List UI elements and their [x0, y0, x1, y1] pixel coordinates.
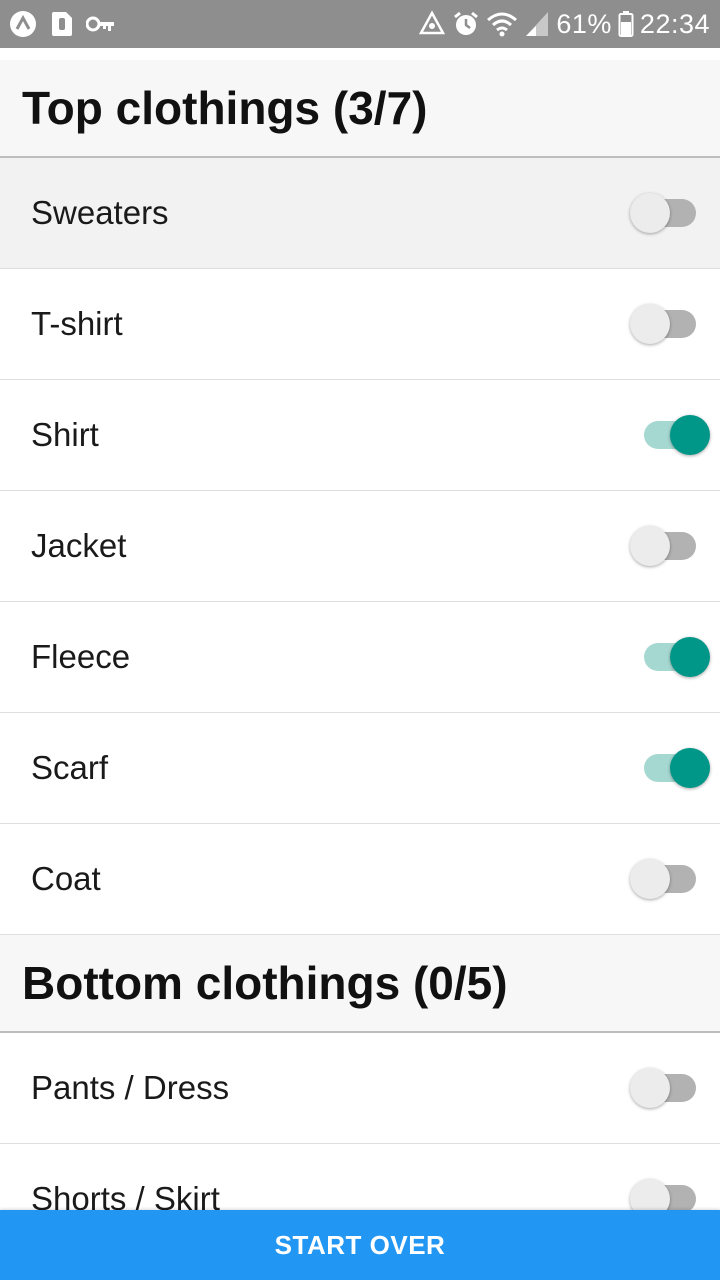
item-label: Jacket — [31, 527, 127, 564]
section-header-top: Top clothings (3/7) — [0, 60, 720, 158]
clothing-list: Top clothings (3/7) Sweaters T-shirt Shi… — [0, 60, 720, 1255]
item-label: Fleece — [31, 638, 131, 675]
section-title-bottom: Bottom clothings (0/5) — [22, 957, 508, 1009]
app-icon — [8, 9, 38, 39]
list-item-coat[interactable]: Coat — [0, 824, 720, 935]
alarm-icon — [452, 10, 480, 38]
toggle-switch[interactable] — [630, 522, 712, 570]
section-header-bottom: Bottom clothings (0/5) — [0, 935, 720, 1033]
item-label: T-shirt — [31, 305, 123, 342]
toggle-switch[interactable] — [630, 189, 712, 237]
list-item-shirt[interactable]: Shirt — [0, 380, 720, 491]
list-item-tshirt[interactable]: T-shirt — [0, 269, 720, 380]
battery-icon — [618, 10, 634, 38]
status-spacer — [0, 48, 720, 60]
toggle-switch[interactable] — [630, 855, 712, 903]
signal-icon — [524, 10, 550, 38]
section-title-top: Top clothings (3/7) — [22, 82, 428, 134]
toggle-switch[interactable] — [630, 633, 712, 681]
item-label: Sweaters — [31, 194, 169, 231]
item-label: Shirt — [31, 416, 99, 453]
list-item-pants-dress[interactable]: Pants / Dress — [0, 1033, 720, 1144]
vpn-key-icon — [86, 14, 116, 34]
list-item-fleece[interactable]: Fleece — [0, 602, 720, 713]
clock: 22:34 — [639, 8, 710, 39]
item-label: Scarf — [31, 749, 109, 786]
wifi-icon — [486, 10, 518, 38]
toggle-switch[interactable] — [630, 744, 712, 792]
list-item-jacket[interactable]: Jacket — [0, 491, 720, 602]
list-item-sweaters[interactable]: Sweaters — [0, 158, 720, 269]
item-label: Coat — [31, 860, 101, 897]
toggle-switch[interactable] — [630, 1064, 712, 1112]
start-over-button[interactable]: START OVER — [0, 1210, 720, 1280]
battery-percent: 61% — [556, 8, 612, 39]
status-bar: 61% 22:34 — [0, 0, 720, 48]
item-label: Pants / Dress — [31, 1069, 230, 1106]
toggle-switch[interactable] — [630, 300, 712, 348]
sim-icon — [50, 10, 74, 38]
recycle-icon — [418, 10, 446, 38]
list-item-scarf[interactable]: Scarf — [0, 713, 720, 824]
toggle-switch[interactable] — [630, 411, 712, 459]
